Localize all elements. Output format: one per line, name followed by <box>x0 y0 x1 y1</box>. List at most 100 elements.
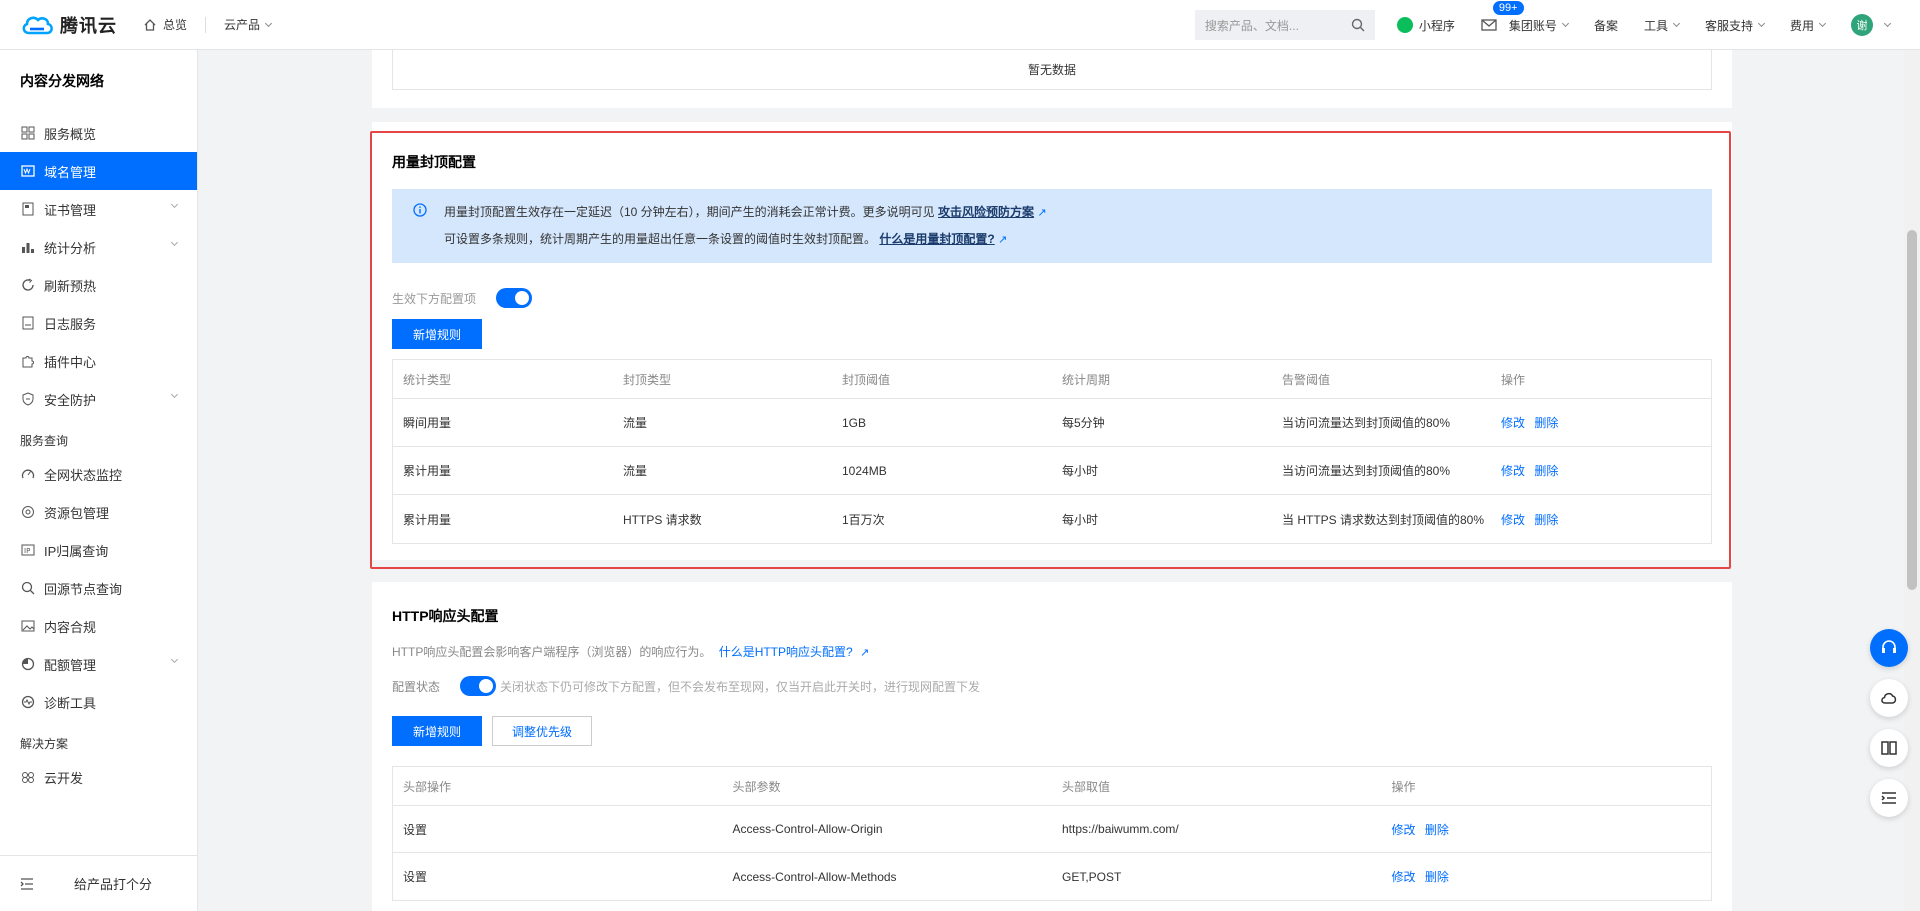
sidebar-item-origin-node[interactable]: 回源节点查询 <box>0 569 197 607</box>
nav-group-account[interactable]: 集团账号 <box>1508 17 1569 34</box>
nav-tools[interactable]: 工具 <box>1643 17 1681 34</box>
chevron-down-icon <box>264 19 273 27</box>
sidebar-item-ip[interactable]: IP IP归属查询 <box>0 531 197 569</box>
external-link-icon: ↗ <box>860 647 870 659</box>
plugin-icon <box>20 353 36 369</box>
edit-link[interactable]: 修改 <box>1392 823 1416 837</box>
cloud-shell-button[interactable] <box>1870 679 1908 717</box>
mini-program-icon <box>1396 17 1413 33</box>
sidebar-item-security[interactable]: 安全防护 <box>0 380 197 418</box>
chevron-down-icon <box>1672 19 1681 28</box>
headset-icon <box>1882 640 1896 653</box>
sidebar: 内容分发网络 服务概览 域名管理 证书管理 统计分析 刷新预热 日志服务 插件中… <box>0 50 198 911</box>
nav-group-account-label: 集团账号 <box>1508 18 1557 33</box>
nav-overview[interactable]: 总览 <box>143 16 187 33</box>
more-list-button[interactable] <box>1870 779 1908 817</box>
search-icon <box>1351 18 1365 32</box>
nav-beian[interactable]: 备案 <box>1594 17 1618 34</box>
sidebar-item-label: 回源节点查询 <box>44 581 123 597</box>
edit-link[interactable]: 修改 <box>1392 870 1416 884</box>
mail-icon <box>1481 19 1497 31</box>
collapse-menu-icon[interactable] <box>20 877 34 890</box>
col-header-op: 头部操作 <box>403 779 452 794</box>
search-input[interactable]: 搜索产品、文档... <box>1194 10 1375 40</box>
table-row: 设置 Access-Control-Allow-Methods GET,POST… <box>393 853 1711 900</box>
chevron-down-icon <box>170 238 179 247</box>
sidebar-footer: 给产品打个分 <box>0 855 198 911</box>
sidebar-item-compliance[interactable]: 内容合规 <box>0 607 197 645</box>
sidebar-item-certificate[interactable]: 证书管理 <box>0 190 197 228</box>
delete-link[interactable]: 删除 <box>1425 823 1449 837</box>
sidebar-item-monitor[interactable]: 全网状态监控 <box>0 455 197 493</box>
cloud-icon <box>1881 693 1897 704</box>
http-status-toggle[interactable] <box>460 676 496 696</box>
docs-button[interactable] <box>1870 729 1908 767</box>
message-badge: 99+ <box>1492 1 1524 15</box>
sidebar-item-label: 内容合规 <box>44 619 97 635</box>
list-icon <box>1881 792 1896 804</box>
sidebar-group-solution: 解决方案 <box>20 737 69 751</box>
nav-user[interactable]: 谢 <box>1851 14 1892 36</box>
sidebar-item-label: 刷新预热 <box>44 278 97 294</box>
sidebar-item-label: 日志服务 <box>44 316 97 332</box>
http-status-label: 配置状态 <box>392 680 441 694</box>
sidebar-item-domain[interactable]: 域名管理 <box>0 152 197 190</box>
avatar: 谢 <box>1851 14 1873 36</box>
http-header-title: HTTP响应头配置 <box>392 608 499 624</box>
adjust-priority-button[interactable]: 调整优先级 <box>492 716 592 746</box>
cell-actions: 修改 删除 <box>1382 821 1712 838</box>
add-header-rule-button[interactable]: 新增规则 <box>392 716 482 746</box>
domain-icon <box>20 163 36 179</box>
log-icon <box>20 315 36 331</box>
rate-product-link[interactable]: 给产品打个分 <box>74 874 152 893</box>
nav-billing[interactable]: 费用 <box>1789 17 1827 34</box>
nav-products-label: 云产品 <box>224 18 261 32</box>
sidebar-item-cloud-dev[interactable]: 云开发 <box>0 758 197 796</box>
chevron-down-icon <box>170 200 179 209</box>
nav-mini-program[interactable]: 小程序 <box>1396 17 1455 34</box>
sidebar-item-stats[interactable]: 统计分析 <box>0 228 197 266</box>
sidebar-item-quota[interactable]: 配额管理 <box>0 645 197 683</box>
col-header-value: 头部取值 <box>1062 779 1111 794</box>
nav-messages[interactable]: 99+ <box>1481 1 1524 31</box>
package-icon <box>20 504 36 520</box>
sidebar-item-refresh[interactable]: 刷新预热 <box>0 266 197 304</box>
page-scrollbar[interactable] <box>1904 50 1920 911</box>
cell-actions: 修改 删除 <box>1382 868 1712 885</box>
customer-service-button[interactable] <box>1870 629 1908 667</box>
delete-link[interactable]: 删除 <box>1425 870 1449 884</box>
sidebar-item-package[interactable]: 资源包管理 <box>0 493 197 531</box>
image-icon <box>20 618 36 634</box>
sidebar-item-label: 配额管理 <box>44 657 97 673</box>
nav-products[interactable]: 云产品 <box>224 16 273 33</box>
cell-header-value: GET,POST <box>1062 869 1122 884</box>
sidebar-item-label: 云开发 <box>44 770 84 786</box>
cell-header-value: https://baiwumm.com/ <box>1062 822 1179 836</box>
nav-tools-label: 工具 <box>1643 18 1668 33</box>
cell-header-param: Access-Control-Allow-Methods <box>732 869 897 884</box>
nav-beian-label: 备案 <box>1593 18 1618 33</box>
nav-support[interactable]: 客服支持 <box>1705 17 1766 34</box>
sidebar-item-label: 全网状态监控 <box>44 467 123 483</box>
http-header-help-link[interactable]: 什么是HTTP响应头配置? <box>719 645 853 659</box>
http-header-panel: HTTP响应头配置 HTTP响应头配置会影响客户端程序（浏览器）的响应行为。 什… <box>372 582 1732 911</box>
sidebar-item-diagnose[interactable]: 诊断工具 <box>0 683 197 721</box>
quota-icon <box>20 656 36 672</box>
sidebar-item-overview[interactable]: 服务概览 <box>0 114 197 152</box>
cloud-logo-icon <box>22 16 53 34</box>
chevron-down-icon <box>1883 19 1892 28</box>
cell-header-op: 设置 <box>403 870 428 884</box>
sidebar-item-log[interactable]: 日志服务 <box>0 304 197 342</box>
http-status-hint: 关闭状态下仍可修改下方配置，但不会发布至现网，仅当开启此开关时，进行现网配置下发 <box>500 680 981 694</box>
sidebar-item-label: 资源包管理 <box>44 505 110 521</box>
chevron-down-icon <box>1561 19 1569 28</box>
cell-header-param: Access-Control-Allow-Origin <box>732 822 883 836</box>
sidebar-item-plugin[interactable]: 插件中心 <box>0 342 197 380</box>
ip-icon: IP <box>20 542 36 558</box>
sidebar-item-label: IP归属查询 <box>44 543 109 559</box>
nav-billing-label: 费用 <box>1789 18 1814 33</box>
table-header: 头部操作 头部参数 头部取值 操作 <box>393 767 1711 806</box>
scroll-thumb[interactable] <box>1907 230 1917 590</box>
shield-icon <box>20 391 36 407</box>
brand-logo[interactable]: 腾讯云 <box>20 0 117 50</box>
